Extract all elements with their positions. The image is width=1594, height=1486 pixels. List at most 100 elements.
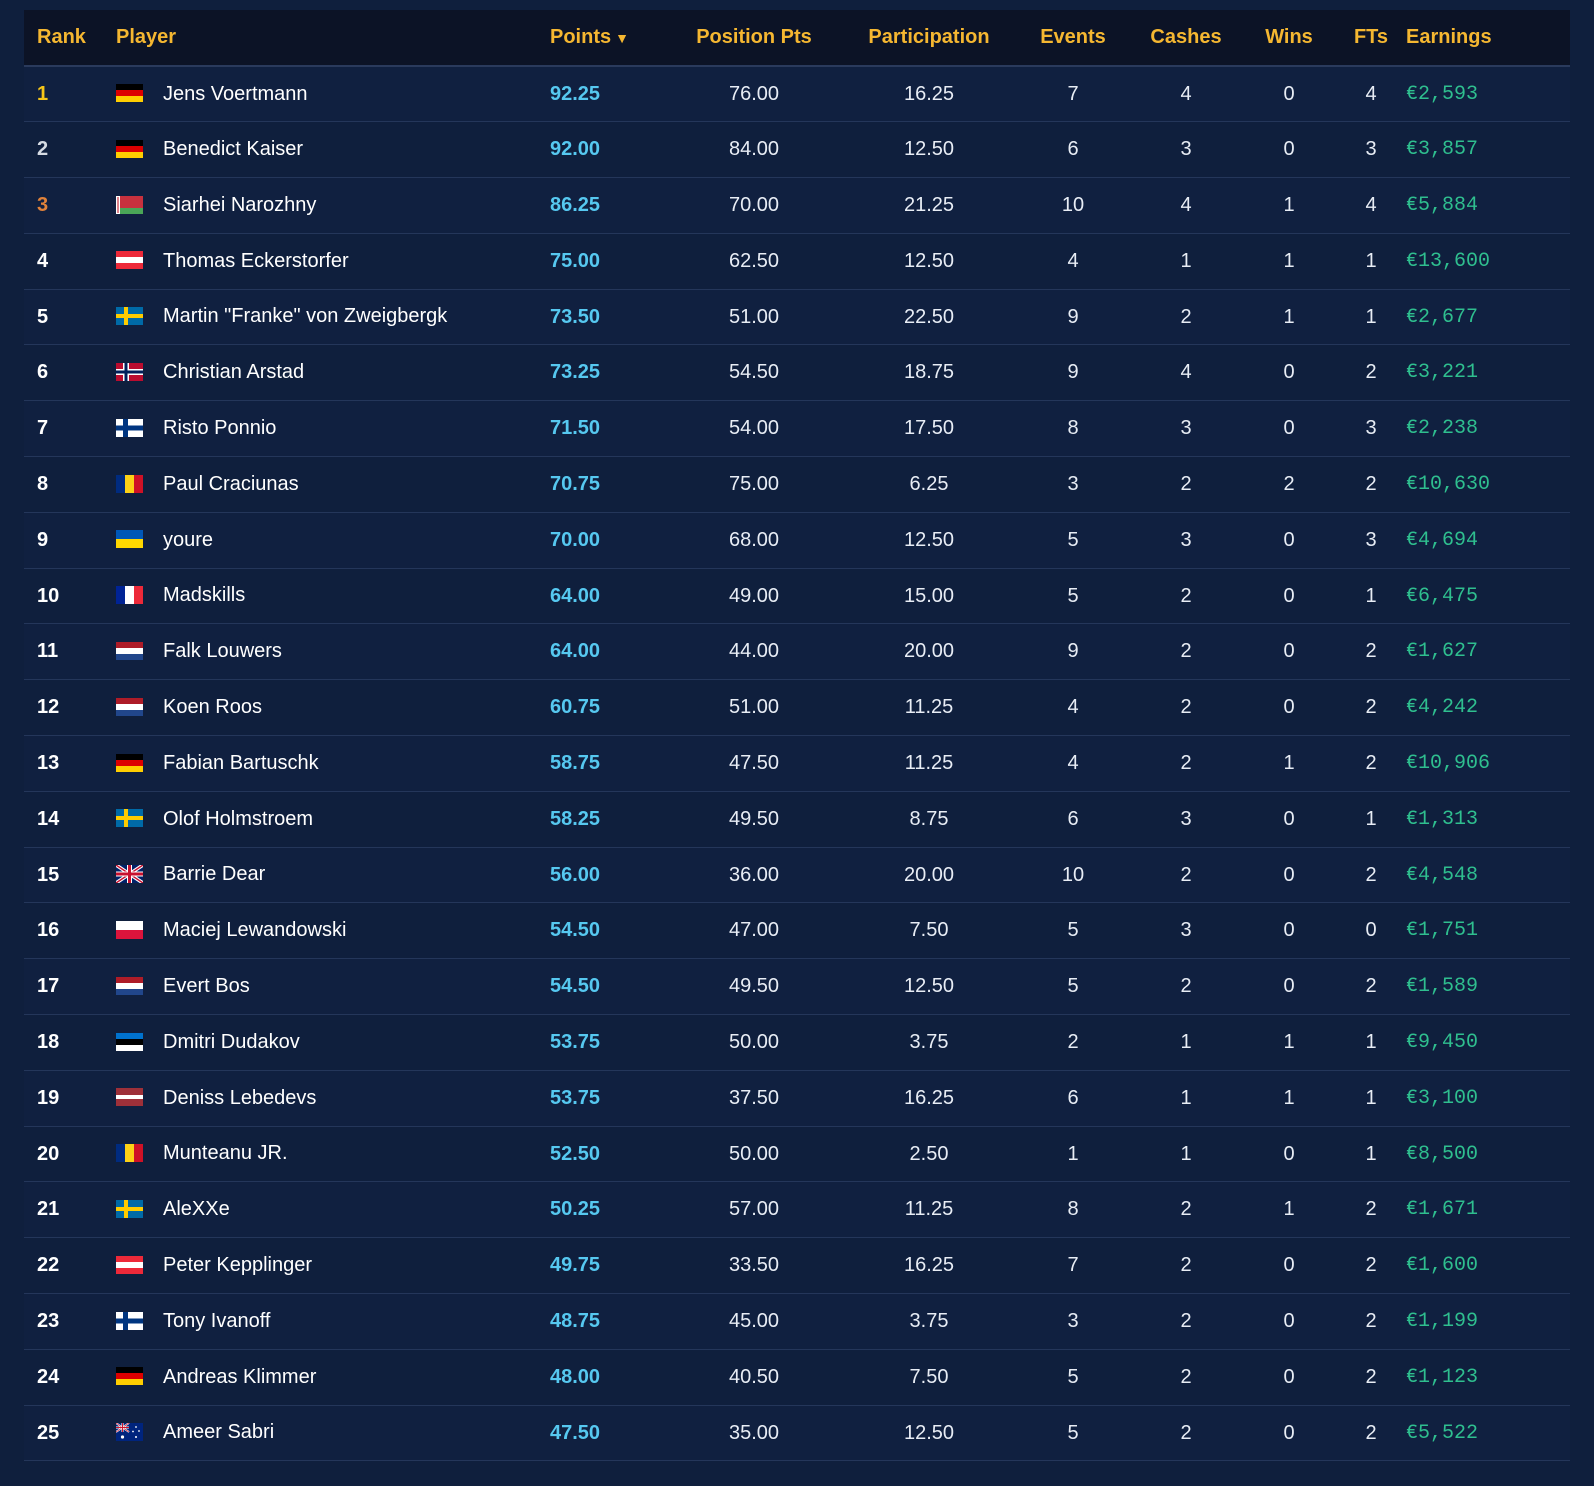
player-cell[interactable]: Olof Holmstroem: [102, 791, 548, 847]
player-cell[interactable]: Falk Louwers: [102, 624, 548, 680]
header-rank[interactable]: Rank: [24, 10, 102, 67]
table-row[interactable]: 25 Ameer Sabri 47.50 35.00 12.50 5 2 0 2 €5,522: [24, 1405, 1570, 1461]
table-row[interactable]: 10 Madskills 64.00 49.00 15.00 5 2 0 1 €6,475: [24, 568, 1570, 624]
table-row[interactable]: 11 Falk Louwers 64.00 44.00 20.00 9 2 0 2 €1,627: [24, 623, 1570, 680]
table-row[interactable]: 3 Siarhei Narozhny 86.25 70.00 21.25 10 4 1 4 €5,…: [24, 177, 1570, 234]
participation-cell: 16.25: [903, 82, 955, 105]
player-cell[interactable]: Evert Bos: [102, 959, 548, 1015]
table-row[interactable]: 9 youre 70.00 68.00 12.50 5 3 0 3 €4,694: [24, 512, 1570, 569]
rank-cell: 24: [37, 1365, 60, 1388]
position-pts-cell: 45.00: [728, 1309, 780, 1332]
events-cell: 9: [1067, 305, 1079, 328]
table-row[interactable]: 15 Barrie Dear 56.00 36.00 20.00 10 2 0 2 €4,548: [24, 847, 1570, 903]
player-cell[interactable]: Koen Roos: [102, 680, 548, 736]
earnings-cell: €1,751: [1406, 919, 1479, 943]
position-pts-cell: 54.50: [728, 361, 780, 384]
player-cell[interactable]: Deniss Lebedevs: [102, 1070, 548, 1126]
player-cell[interactable]: Tony Ivanoff: [102, 1294, 548, 1350]
wins-cell: 1: [1283, 1086, 1295, 1109]
table-row[interactable]: 1 Jens Voertmann 92.25 76.00 16.25 7 4 0 4 €2,593: [24, 66, 1570, 122]
player-cell[interactable]: Ameer Sabri: [102, 1405, 548, 1461]
table-row[interactable]: 19 Deniss Lebedevs 53.75 37.50 16.25 6 1 1 1 €3,1…: [24, 1070, 1570, 1127]
fts-cell: 0: [1365, 919, 1377, 942]
player-cell[interactable]: Paul Craciunas: [102, 457, 548, 513]
participation-cell: 11.25: [904, 751, 954, 774]
table-row[interactable]: 18 Dmitri Dudakov 53.75 50.00 3.75 2 1 1 1 €9,450: [24, 1014, 1570, 1071]
earnings-cell: €1,123: [1406, 1365, 1479, 1389]
player-cell[interactable]: Risto Ponnio: [102, 401, 548, 457]
rank-cell: 25: [37, 1421, 60, 1444]
wins-cell: 0: [1283, 82, 1295, 105]
player-cell[interactable]: Martin "Franke" von Zweigbergk: [102, 289, 548, 345]
player-cell[interactable]: Dmitri Dudakov: [102, 1015, 548, 1071]
player-cell[interactable]: Thomas Eckerstorfer: [102, 233, 548, 289]
position-pts-cell: 70.00: [728, 193, 780, 216]
wins-cell: 0: [1283, 863, 1295, 886]
table-row[interactable]: 5 Martin "Franke" von Zweigbergk 73.50 51.0…: [24, 289, 1570, 345]
points-cell: 73.25: [550, 361, 601, 384]
player-name: Peter Kepplinger: [163, 1254, 312, 1277]
events-cell: 5: [1067, 1421, 1079, 1444]
fts-cell: 2: [1365, 863, 1377, 886]
position-pts-cell: 75.00: [728, 472, 780, 495]
wins-cell: 0: [1283, 1254, 1295, 1277]
table-row[interactable]: 14 Olof Holmstroem 58.25 49.50 8.75 6 3 0 1 €1,31…: [24, 791, 1570, 848]
wins-cell: 2: [1283, 472, 1295, 495]
player-cell[interactable]: Maciej Lewandowski: [102, 903, 548, 959]
player-cell[interactable]: Andreas Klimmer: [102, 1349, 548, 1405]
player-cell[interactable]: Madskills: [102, 568, 548, 624]
earnings-cell: €2,677: [1406, 305, 1479, 329]
participation-cell: 17.50: [903, 417, 955, 440]
wins-cell: 0: [1283, 417, 1295, 440]
header-wins[interactable]: Wins: [1242, 10, 1336, 67]
player-cell[interactable]: Jens Voertmann: [102, 66, 548, 122]
header-cashes[interactable]: Cashes: [1130, 10, 1242, 67]
player-name: youre: [163, 528, 214, 551]
header-position-pts[interactable]: Position Pts: [666, 10, 842, 67]
netherlands-flag-icon: [116, 697, 143, 716]
player-cell[interactable]: Benedict Kaiser: [102, 122, 548, 178]
table-row[interactable]: 8 Paul Craciunas 70.75 75.00 6.25 3 2 2 2 €10,630: [24, 456, 1570, 513]
table-row[interactable]: 2 Benedict Kaiser 92.00 84.00 12.50 6 3 0 3 €3,85…: [24, 121, 1570, 178]
player-cell[interactable]: youre: [102, 512, 548, 568]
wins-cell: 0: [1283, 138, 1295, 161]
table-row[interactable]: 12 Koen Roos 60.75 51.00 11.25 4 2 0 2 €4,242: [24, 679, 1570, 736]
player-cell[interactable]: Christian Arstad: [102, 345, 548, 401]
fts-cell: 1: [1365, 1086, 1377, 1109]
germany-flag-icon: [116, 753, 143, 772]
earnings-cell: €6,475: [1406, 584, 1479, 608]
table-row[interactable]: 22 Peter Kepplinger 49.75 33.50 16.25 7 2 0 2 €1,…: [24, 1237, 1570, 1294]
header-events[interactable]: Events: [1016, 10, 1130, 67]
fts-cell: 2: [1365, 696, 1377, 719]
player-cell[interactable]: Fabian Bartuschk: [102, 736, 548, 792]
player-cell[interactable]: Barrie Dear: [102, 847, 548, 903]
header-fts[interactable]: FTs: [1336, 10, 1406, 67]
player-cell[interactable]: Peter Kepplinger: [102, 1238, 548, 1294]
cashes-cell: 1: [1180, 1030, 1192, 1053]
table-row[interactable]: 16 Maciej Lewandowski 54.50 47.00 7.50 5 3 0 0 €1…: [24, 902, 1570, 959]
player-name: Thomas Eckerstorfer: [163, 249, 349, 272]
player-cell[interactable]: Munteanu JR.: [102, 1126, 548, 1182]
header-player[interactable]: Player: [102, 10, 548, 67]
player-name: Dmitri Dudakov: [163, 1031, 300, 1054]
earnings-cell: €2,593: [1406, 82, 1479, 106]
table-row[interactable]: 20 Munteanu JR. 52.50 50.00 2.50 1 1 0 1 €8,500: [24, 1126, 1570, 1182]
header-earnings[interactable]: Earnings: [1406, 10, 1570, 67]
table-row[interactable]: 24 Andreas Klimmer 48.00 40.50 7.50 5 2 0 2 €1,12…: [24, 1349, 1570, 1406]
fts-cell: 4: [1365, 82, 1377, 105]
table-row[interactable]: 23 Tony Ivanoff 48.75 45.00 3.75 3 2 0 2 €1,199: [24, 1293, 1570, 1350]
table-row[interactable]: 13 Fabian Bartuschk 58.75 47.50 11.25 4 2 1 2 €10…: [24, 735, 1570, 792]
table-row[interactable]: 4 Thomas Eckerstorfer 75.00 62.50 12.50 4 1 1 1 €…: [24, 233, 1570, 290]
table-row[interactable]: 21 AleXXe 50.25 57.00 11.25 8 2 1 2 €1,671: [24, 1181, 1570, 1238]
player-cell[interactable]: AleXXe: [102, 1182, 548, 1238]
fts-cell: 1: [1365, 249, 1377, 272]
table-row[interactable]: 6 Christian Arstad 73.25 54.50 18.75 9 4 0 2 €3,2…: [24, 344, 1570, 401]
events-cell: 5: [1067, 584, 1079, 607]
cashes-cell: 3: [1180, 807, 1192, 830]
table-row[interactable]: 17 Evert Bos 54.50 49.50 12.50 5 2 0 2 €1,589: [24, 958, 1570, 1015]
header-participation[interactable]: Participation: [842, 10, 1016, 67]
player-cell[interactable]: Siarhei Narozhny: [102, 178, 548, 234]
rank-cell: 20: [37, 1142, 60, 1165]
table-row[interactable]: 7 Risto Ponnio 71.50 54.00 17.50 8 3 0 3 €2,238: [24, 400, 1570, 457]
header-points[interactable]: Points ▼: [548, 10, 666, 67]
